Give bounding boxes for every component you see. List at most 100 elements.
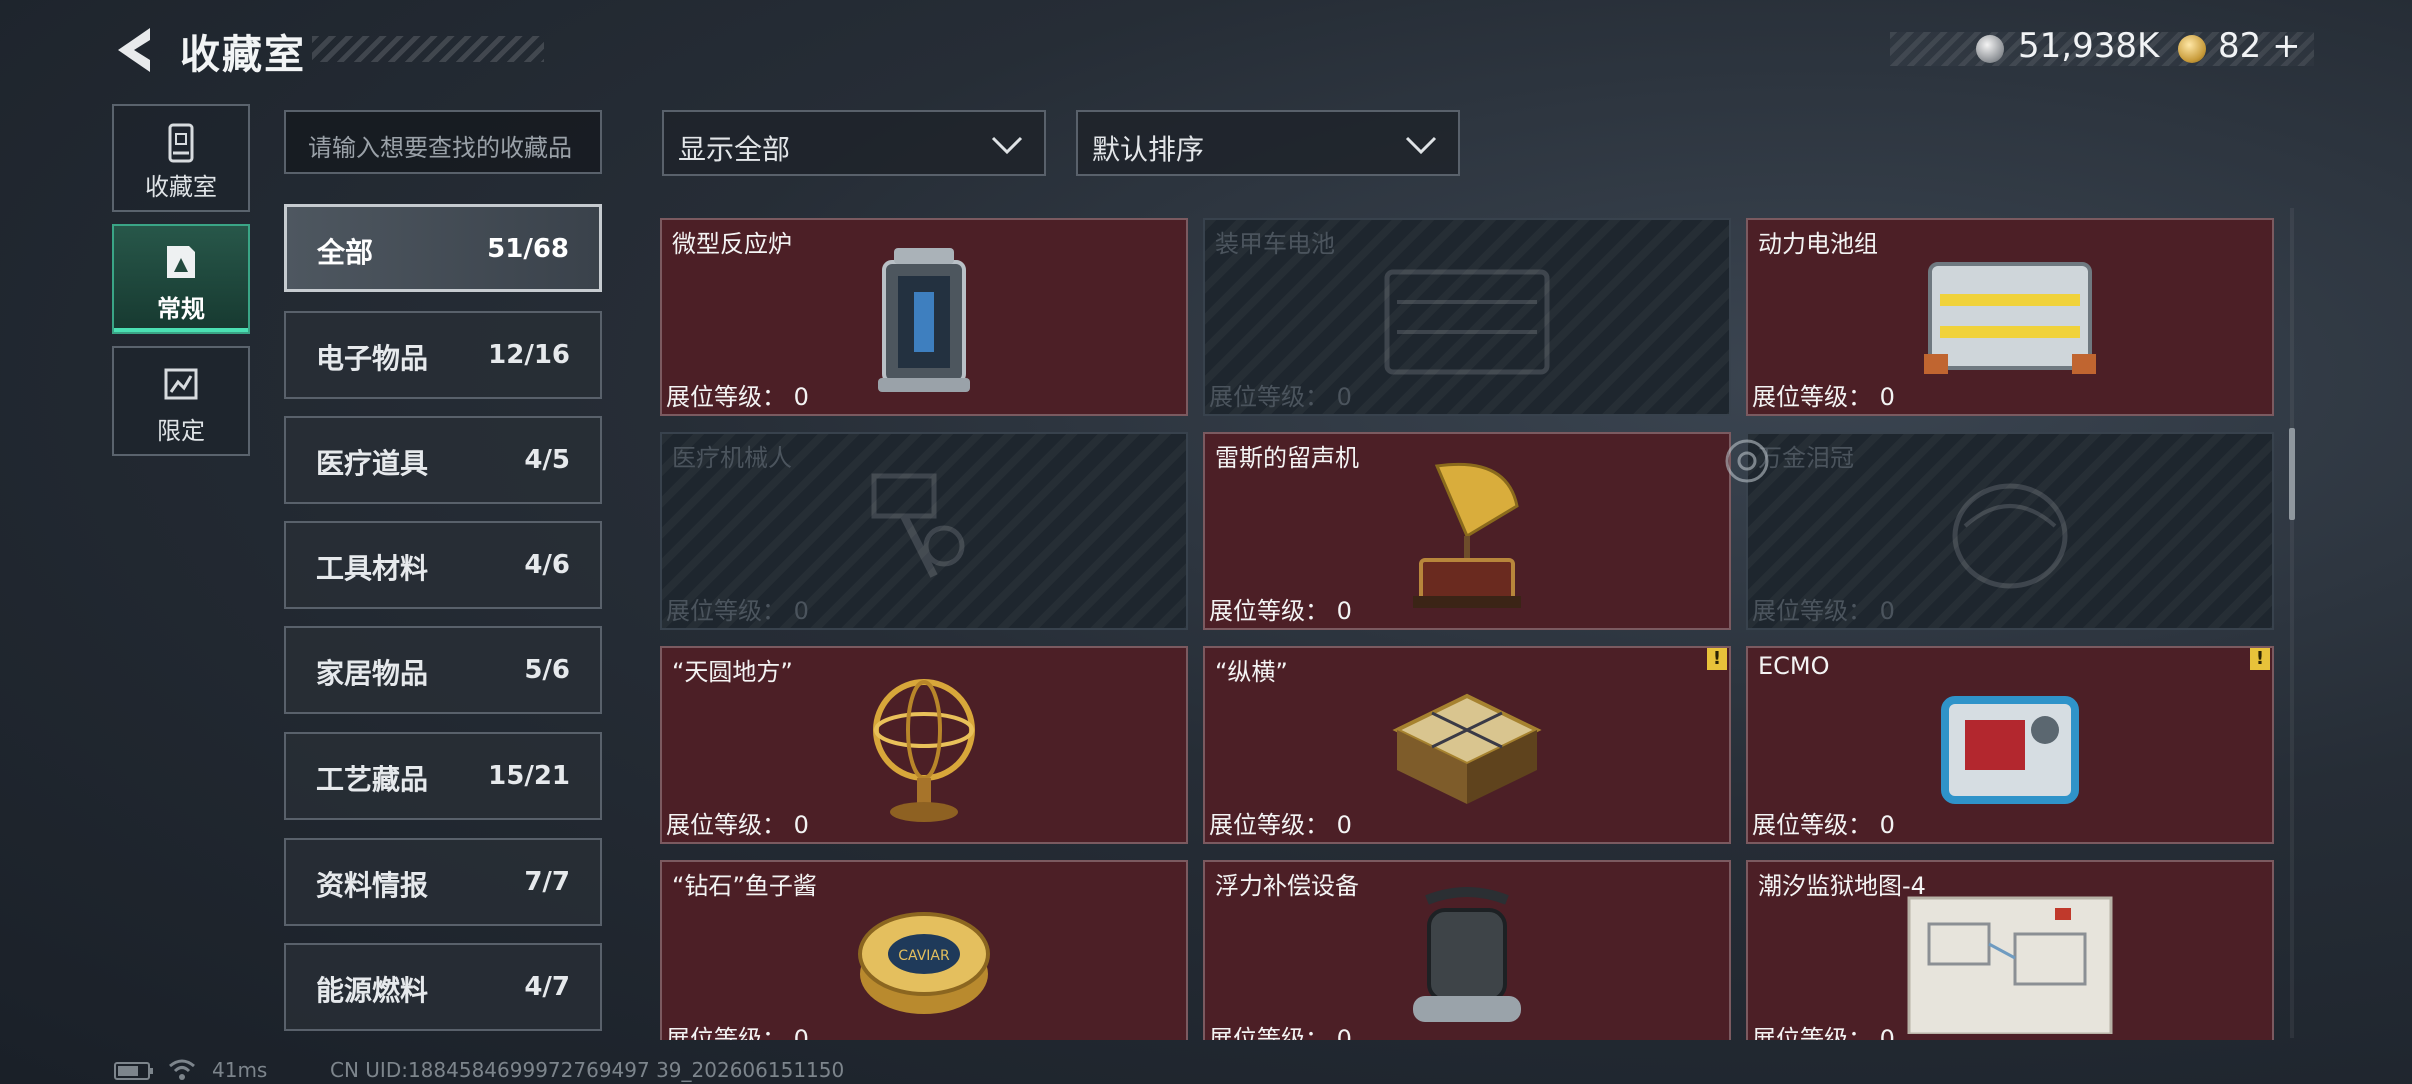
collectible-card[interactable]: 浮力补偿设备 展位等级： 0 bbox=[1203, 860, 1731, 1040]
back-arrow-icon bbox=[118, 28, 150, 72]
showcase-level: 展位等级： 0 bbox=[666, 591, 809, 626]
item-name: 微型反应炉 bbox=[672, 230, 792, 258]
nav-regular[interactable]: 常规 bbox=[112, 224, 250, 334]
gold-currency-value[interactable]: 82 + bbox=[2218, 26, 2301, 66]
caviar-tin-label: CAVIAR bbox=[898, 948, 950, 964]
category-name: 医疗道具 bbox=[316, 447, 429, 480]
showcase-level: 展位等级： 0 bbox=[1752, 805, 1895, 840]
level-label: 展位等级： bbox=[1209, 811, 1329, 839]
item-name: “钻石”鱼子酱 bbox=[672, 872, 817, 900]
ping-value: 41ms bbox=[212, 1058, 268, 1082]
level-label: 展位等级： bbox=[666, 811, 786, 839]
display-filter-value: 显示全部 bbox=[678, 133, 791, 166]
level-label: 展位等级： bbox=[1209, 383, 1329, 411]
nav-limited[interactable]: 限定 bbox=[112, 346, 250, 456]
item-name: ECMO bbox=[1758, 652, 1830, 680]
silver-coin-icon bbox=[1976, 35, 2004, 63]
collectible-card[interactable]: 微型反应炉 展位等级： 0 bbox=[660, 218, 1188, 416]
category-electronics[interactable]: 电子物品 12/16 bbox=[284, 311, 602, 399]
crosshair-icon bbox=[1725, 439, 1769, 483]
showcase-level: 展位等级： 0 bbox=[1752, 1019, 1895, 1040]
level-value: 0 bbox=[1879, 597, 1895, 625]
collectible-card-locked[interactable]: 医疗机械人 展位等级： 0 bbox=[660, 432, 1188, 630]
collectible-card[interactable]: “钻石”鱼子酱 CAVIAR 展位等级： 0 bbox=[660, 860, 1188, 1040]
display-filter-dropdown[interactable]: 显示全部 bbox=[662, 110, 1046, 176]
back-button[interactable] bbox=[110, 22, 160, 78]
user-uid: CN UID:1884584699972769497 39_2026061511… bbox=[330, 1058, 845, 1082]
level-value: 0 bbox=[793, 597, 809, 625]
collectible-card[interactable]: 雷斯的留声机 展位等级： 0 bbox=[1203, 432, 1731, 630]
category-household[interactable]: 家居物品 5/6 bbox=[284, 626, 602, 714]
chevron-down-icon bbox=[991, 136, 1023, 155]
collectible-card-locked[interactable]: 万金泪冠 展位等级： 0 bbox=[1746, 432, 2274, 630]
category-name: 资料情报 bbox=[316, 869, 429, 902]
level-value: 0 bbox=[1336, 1025, 1352, 1040]
level-value: 0 bbox=[793, 811, 809, 839]
scrollbar-thumb[interactable] bbox=[2289, 428, 2295, 520]
item-name: “纵横” bbox=[1215, 658, 1288, 686]
level-value: 0 bbox=[1879, 811, 1895, 839]
category-name: 全部 bbox=[317, 236, 374, 269]
category-count: 5/6 bbox=[524, 655, 570, 685]
level-value: 0 bbox=[1879, 383, 1895, 411]
item-name: 雷斯的留声机 bbox=[1215, 444, 1359, 472]
category-count: 15/21 bbox=[488, 761, 570, 791]
collectible-card[interactable]: “纵横” ! 展位等级： 0 bbox=[1203, 646, 1731, 844]
reactor-icon bbox=[878, 248, 970, 392]
level-value: 0 bbox=[1336, 811, 1352, 839]
collectible-card[interactable]: 潮汐监狱地图-4 展位等级： 0 bbox=[1746, 860, 2274, 1040]
category-medical[interactable]: 医疗道具 4/5 bbox=[284, 416, 602, 504]
crown-icon bbox=[1952, 483, 2068, 589]
item-name: 医疗机械人 bbox=[672, 444, 792, 472]
ecmo-machine-icon bbox=[1941, 696, 2079, 804]
showcase-level: 展位等级： 0 bbox=[1209, 377, 1352, 412]
category-all[interactable]: 全部 51/68 bbox=[284, 204, 602, 292]
scrollbar-track[interactable] bbox=[2290, 208, 2294, 1038]
nav-label: 限定 bbox=[157, 417, 205, 445]
item-name: 潮汐监狱地图-4 bbox=[1758, 872, 1926, 900]
category-count: 51/68 bbox=[487, 234, 569, 264]
collectible-card-locked[interactable]: 装甲车电池 展位等级： 0 bbox=[1203, 218, 1731, 416]
level-label: 展位等级： bbox=[666, 597, 786, 625]
level-label: 展位等级： bbox=[666, 383, 786, 411]
category-intel[interactable]: 资料情报 7/7 bbox=[284, 838, 602, 926]
collectible-card[interactable]: 动力电池组 展位等级： 0 bbox=[1746, 218, 2274, 416]
page-title: 收藏室 bbox=[180, 32, 306, 78]
grid-row-clip: “钻石”鱼子酱 CAVIAR 展位等级： 0 浮力补偿设备 展位等级： 0 潮汐… bbox=[660, 860, 2300, 1040]
category-energy[interactable]: 能源燃料 4/7 bbox=[284, 943, 602, 1031]
category-count: 12/16 bbox=[488, 340, 570, 370]
warning-badge: ! bbox=[2250, 648, 2270, 670]
showcase-level: 展位等级： 0 bbox=[1752, 377, 1895, 412]
category-tools[interactable]: 工具材料 4/6 bbox=[284, 521, 602, 609]
item-name: 装甲车电池 bbox=[1215, 230, 1335, 258]
limited-map-icon bbox=[164, 368, 198, 400]
sort-dropdown[interactable]: 默认排序 bbox=[1076, 110, 1460, 176]
collectible-card[interactable]: “天圆地方” 展位等级： 0 bbox=[660, 646, 1188, 844]
buoyancy-device-icon bbox=[1413, 887, 1521, 1022]
search-input[interactable]: 请输入想要查找的收藏品 bbox=[284, 110, 602, 174]
gold-coin-icon bbox=[2178, 35, 2206, 63]
category-name: 电子物品 bbox=[316, 342, 429, 375]
title-decoration bbox=[312, 36, 544, 62]
level-label: 展位等级： bbox=[666, 1025, 786, 1040]
warning-badge: ! bbox=[1707, 648, 1727, 670]
showcase-level: 展位等级： 0 bbox=[666, 805, 809, 840]
category-name: 能源燃料 bbox=[316, 974, 429, 1007]
silver-currency-value: 51,938K bbox=[2018, 26, 2160, 66]
level-label: 展位等级： bbox=[1209, 597, 1329, 625]
level-value: 0 bbox=[1336, 597, 1352, 625]
robot-arm-icon bbox=[871, 473, 965, 578]
armillary-sphere-icon bbox=[873, 679, 975, 822]
prison-map-icon bbox=[1907, 896, 2113, 1034]
collectible-card[interactable]: ECMO ! 展位等级： 0 bbox=[1746, 646, 2274, 844]
category-count: 4/6 bbox=[524, 550, 570, 580]
nav-collection-room[interactable]: 收藏室 bbox=[112, 104, 250, 212]
level-value: 0 bbox=[1336, 383, 1352, 411]
trophy-cabinet-icon bbox=[168, 123, 194, 163]
item-name: 浮力补偿设备 bbox=[1215, 872, 1359, 900]
level-label: 展位等级： bbox=[1752, 383, 1872, 411]
category-crafts[interactable]: 工艺藏品 15/21 bbox=[284, 732, 602, 820]
add-currency-button[interactable]: + bbox=[2272, 26, 2301, 66]
caviar-tin-icon: CAVIAR bbox=[858, 912, 990, 1014]
collection-card-icon bbox=[167, 246, 195, 278]
